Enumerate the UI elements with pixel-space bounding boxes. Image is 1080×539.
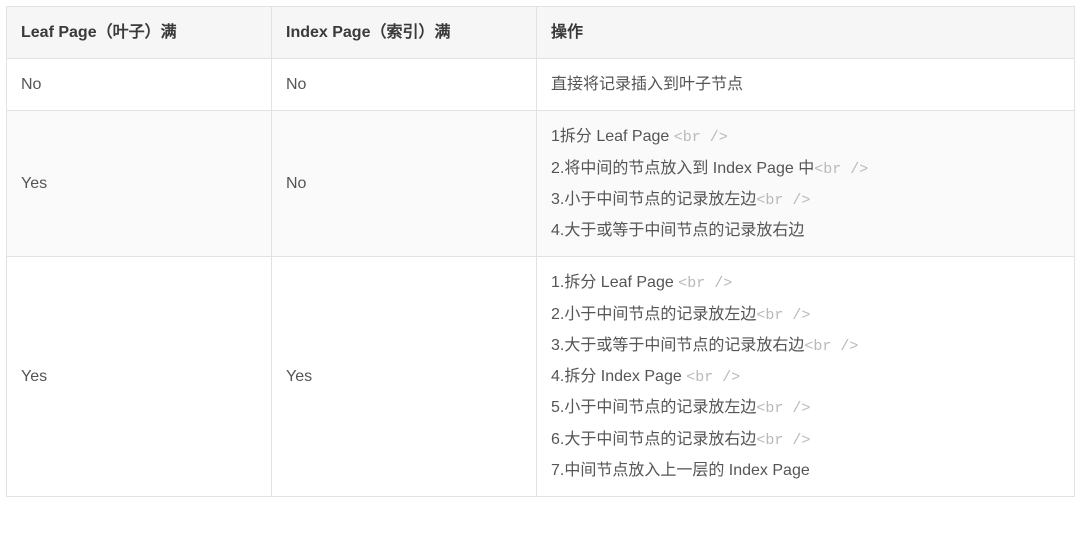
table-row: Yes Yes 1.拆分 Leaf Page <br />2.小于中间节点的记录… [7,257,1075,497]
action-step: 1.拆分 Leaf Page <br /> [551,267,1060,298]
action-step: 2.将中间的节点放入到 Index Page 中<br /> [551,153,1060,184]
cell-leaf: Yes [7,111,272,257]
action-step-text: 3.小于中间节点的记录放左边 [551,191,756,208]
br-literal: <br /> [674,129,728,146]
br-literal: <br /> [756,192,810,209]
table-header-row: Leaf Page（叶子）满 Index Page（索引）满 操作 [7,7,1075,59]
action-step: 2.小于中间节点的记录放左边<br /> [551,299,1060,330]
action-step-text: 1拆分 Leaf Page [551,128,674,145]
action-step-text: 2.将中间的节点放入到 Index Page 中 [551,160,814,177]
action-step-text: 5.小于中间节点的记录放左边 [551,399,756,416]
cell-action: 1拆分 Leaf Page <br />2.将中间的节点放入到 Index Pa… [537,111,1075,257]
action-step: 5.小于中间节点的记录放左边<br /> [551,392,1060,423]
action-step-text: 3.大于或等于中间节点的记录放右边 [551,337,804,354]
action-step: 3.小于中间节点的记录放左边<br /> [551,184,1060,215]
br-literal: <br /> [814,161,868,178]
br-literal: <br /> [756,432,810,449]
action-step-text: 7.中间节点放入上一层的 Index Page [551,462,810,479]
action-step: 7.中间节点放入上一层的 Index Page [551,455,1060,486]
btree-insert-table: Leaf Page（叶子）满 Index Page（索引）满 操作 No No … [6,6,1075,497]
action-step: 4.大于或等于中间节点的记录放右边 [551,215,1060,246]
table-row: No No 直接将记录插入到叶子节点 [7,59,1075,111]
cell-leaf: Yes [7,257,272,497]
cell-action: 直接将记录插入到叶子节点 [537,59,1075,111]
cell-action: 1.拆分 Leaf Page <br />2.小于中间节点的记录放左边<br /… [537,257,1075,497]
action-step: 6.大于中间节点的记录放右边<br /> [551,424,1060,455]
cell-index: Yes [272,257,537,497]
header-leaf: Leaf Page（叶子）满 [7,7,272,59]
cell-index: No [272,111,537,257]
cell-leaf: No [7,59,272,111]
action-step: 4.拆分 Index Page <br /> [551,361,1060,392]
action-step-text: 4.拆分 Index Page [551,368,686,385]
action-step: 3.大于或等于中间节点的记录放右边<br /> [551,330,1060,361]
action-step-text: 6.大于中间节点的记录放右边 [551,431,756,448]
action-step-text: 2.小于中间节点的记录放左边 [551,306,756,323]
br-literal: <br /> [686,369,740,386]
action-step-text: 4.大于或等于中间节点的记录放右边 [551,222,804,239]
br-literal: <br /> [804,338,858,355]
br-literal: <br /> [756,307,810,324]
action-step: 直接将记录插入到叶子节点 [551,69,1060,100]
header-index: Index Page（索引）满 [272,7,537,59]
cell-index: No [272,59,537,111]
action-step: 1拆分 Leaf Page <br /> [551,121,1060,152]
table-row: Yes No 1拆分 Leaf Page <br />2.将中间的节点放入到 I… [7,111,1075,257]
header-action: 操作 [537,7,1075,59]
br-literal: <br /> [756,400,810,417]
action-step-text: 直接将记录插入到叶子节点 [551,76,743,93]
br-literal: <br /> [678,275,732,292]
action-step-text: 1.拆分 Leaf Page [551,274,678,291]
